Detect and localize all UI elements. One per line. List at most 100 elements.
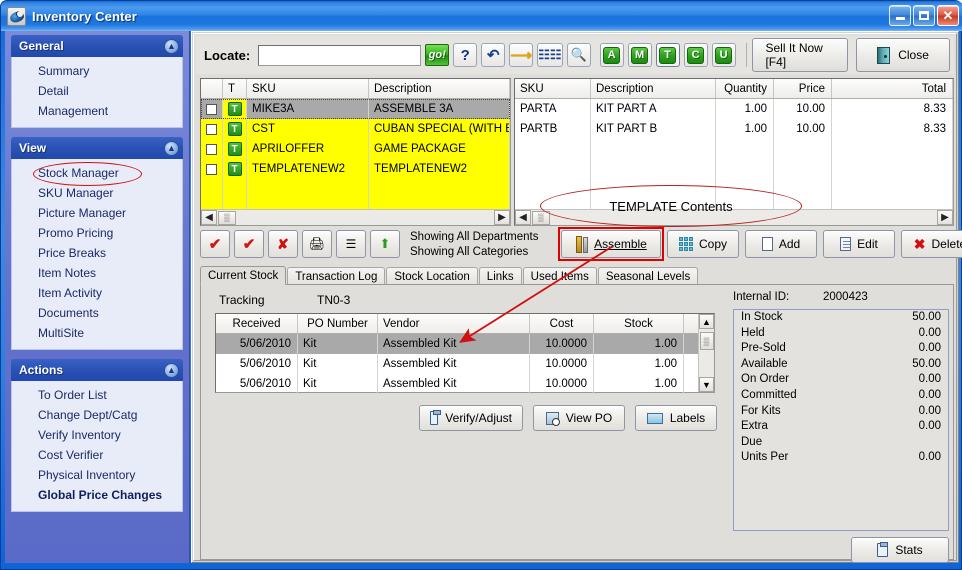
help-icon[interactable]: ? — [453, 43, 478, 67]
sidebar-item-verify-inventory[interactable]: Verify Inventory — [12, 425, 182, 445]
scroll-right-button[interactable]: ▶ — [937, 210, 953, 225]
row-checkbox[interactable] — [206, 163, 217, 175]
row-checkbox[interactable] — [206, 123, 217, 135]
list-icon[interactable]: ☰ — [336, 230, 366, 258]
tab-transaction-log[interactable]: Transaction Log — [287, 267, 386, 285]
table-row[interactable]: PARTB KIT PART B 1.00 10.00 8.33 — [515, 119, 953, 139]
refresh-icon[interactable]: ↶ — [481, 43, 506, 67]
binoculars-icon[interactable]: ☷☷ — [537, 43, 563, 67]
item-grid-hscrollbar[interactable]: ◀ ▒ ▶ — [201, 209, 510, 225]
view-po-icon — [545, 411, 560, 426]
scroll-thumb[interactable]: ▒ — [218, 210, 236, 225]
cell-sku: TEMPLATENEW2 — [247, 159, 369, 179]
sidebar-item-cost-verifier[interactable]: Cost Verifier — [12, 445, 182, 465]
filter-t-button[interactable]: T — [655, 43, 680, 67]
sidebar-item-documents[interactable]: Documents — [12, 303, 182, 323]
sidebar-item-price-breaks[interactable]: Price Breaks — [12, 243, 182, 263]
export-up-icon[interactable]: ⬆ — [370, 230, 400, 258]
stat-label: Pre-Sold — [741, 342, 786, 355]
sidebar-group-header-general[interactable]: General ▲ — [11, 35, 183, 57]
stock-detail-grid[interactable]: Received PO Number Vendor Cost Stock 5/0… — [215, 313, 715, 394]
stat-label: On Order — [741, 373, 789, 386]
stat-value: 50.00 — [912, 357, 941, 370]
scroll-down-button[interactable]: ▼ — [699, 377, 714, 392]
table-row[interactable]: 5/06/2010 Kit Assembled Kit 10.0000 1.00 — [216, 374, 714, 394]
letter-u-icon: U — [715, 46, 733, 64]
chevron-up-icon[interactable]: ▲ — [164, 38, 179, 54]
filter-u-button[interactable]: U — [711, 43, 736, 67]
print-icon[interactable]: 🖨 — [302, 230, 332, 258]
tab-links[interactable]: Links — [478, 267, 522, 285]
stat-value: 0.00 — [918, 388, 941, 401]
col-price: Price — [774, 79, 832, 98]
filter-a-button[interactable]: A — [599, 43, 624, 67]
add-button[interactable]: Add — [745, 230, 817, 258]
uncheck-all-icon[interactable]: ✘ — [268, 230, 298, 258]
item-grid[interactable]: T SKU Description T MIKE3A ASSEMBLE 3A T… — [200, 78, 511, 226]
cell-description: TEMPLATENEW2 — [369, 159, 510, 179]
scroll-left-button[interactable]: ◀ — [201, 210, 217, 225]
table-row[interactable]: PARTA KIT PART A 1.00 10.00 8.33 — [515, 99, 953, 119]
labels-button[interactable]: Labels — [635, 405, 717, 431]
preview-icon[interactable]: 🔍 — [566, 43, 591, 67]
sidebar-item-change-dept-catg[interactable]: Change Dept/Catg — [12, 405, 182, 425]
table-row[interactable]: T TEMPLATENEW2 TEMPLATENEW2 — [201, 159, 510, 179]
table-row[interactable]: T APRILOFFER GAME PACKAGE — [201, 139, 510, 159]
tab-used-items[interactable]: Used Items — [522, 267, 597, 285]
sidebar-item-detail[interactable]: Detail — [12, 81, 182, 101]
col-vendor: Vendor — [378, 314, 530, 333]
filter-m-button[interactable]: M — [627, 43, 652, 67]
col-cost: Cost — [530, 314, 594, 333]
sidebar-item-physical-inventory[interactable]: Physical Inventory — [12, 465, 182, 485]
sidebar-item-summary[interactable]: Summary — [12, 61, 182, 81]
minimize-button[interactable] — [889, 5, 911, 26]
scroll-up-button[interactable]: ▲ — [699, 314, 714, 329]
chevron-up-icon[interactable]: ▲ — [164, 140, 179, 156]
check-all-icon[interactable]: ✔ — [200, 230, 230, 258]
scroll-thumb[interactable]: ▒ — [699, 332, 714, 350]
scroll-left-button[interactable]: ◀ — [515, 210, 531, 225]
row-checkbox[interactable] — [206, 103, 217, 115]
stock-detail-vscrollbar[interactable]: ▲ ▒ ▼ — [698, 314, 714, 392]
filter-c-button[interactable]: C — [683, 43, 708, 67]
check-all-a-icon[interactable]: ✔ — [234, 230, 264, 258]
view-po-button[interactable]: View PO — [533, 405, 625, 431]
search-input[interactable] — [258, 44, 422, 66]
sidebar-item-sku-manager[interactable]: SKU Manager — [12, 183, 182, 203]
sidebar-item-promo-pricing[interactable]: Promo Pricing — [12, 223, 182, 243]
sidebar-item-management[interactable]: Management — [12, 101, 182, 121]
sidebar-item-multisite[interactable]: MultiSite — [12, 323, 182, 343]
sidebar-item-item-activity[interactable]: Item Activity — [12, 283, 182, 303]
sidebar-group-header-view[interactable]: View ▲ — [11, 137, 183, 159]
sidebar-item-global-price-changes[interactable]: Global Price Changes — [12, 485, 182, 505]
close-window-button[interactable]: ✕ — [937, 5, 959, 26]
scroll-right-button[interactable]: ▶ — [494, 210, 510, 225]
close-button[interactable]: Close — [856, 38, 950, 72]
sidebar-group-header-actions[interactable]: Actions ▲ — [11, 359, 183, 381]
edit-button[interactable]: Edit — [823, 230, 895, 258]
table-row[interactable]: T MIKE3A ASSEMBLE 3A — [201, 99, 510, 119]
table-row[interactable]: T CST CUBAN SPECIAL (WITH EX — [201, 119, 510, 139]
go-button[interactable]: go! — [425, 44, 450, 66]
copy-button[interactable]: Copy — [667, 230, 739, 258]
table-row[interactable]: 5/06/2010 Kit Assembled Kit 10.0000 1.00 — [216, 354, 714, 374]
row-checkbox[interactable] — [206, 143, 217, 155]
delete-button[interactable]: ✖ Delete — [901, 230, 962, 258]
clipboard-icon — [877, 542, 889, 557]
table-row[interactable]: 5/06/2010 Kit Assembled Kit 10.0000 1.00 — [216, 334, 714, 354]
sidebar-item-stock-manager[interactable]: Stock Manager — [12, 162, 182, 186]
sell-it-now-button[interactable]: Sell It Now [F4] — [752, 38, 849, 72]
chevron-up-icon[interactable]: ▲ — [164, 362, 179, 378]
verify-adjust-button[interactable]: Verify/Adjust — [419, 405, 523, 431]
tab-seasonal-levels[interactable]: Seasonal Levels — [597, 267, 699, 285]
maximize-button[interactable] — [913, 5, 935, 26]
sidebar-item-item-notes[interactable]: Item Notes — [12, 263, 182, 283]
tab-stock-location[interactable]: Stock Location — [386, 267, 478, 285]
stat-label: For Kits — [741, 404, 781, 417]
stats-button[interactable]: Stats — [851, 537, 949, 563]
sidebar-item-to-order-list[interactable]: To Order List — [12, 385, 182, 405]
sidebar-item-picture-manager[interactable]: Picture Manager — [12, 203, 182, 223]
assemble-highlight-box — [558, 227, 664, 261]
jump-icon[interactable]: ⟶ — [509, 43, 534, 67]
tab-current-stock[interactable]: Current Stock — [200, 266, 287, 285]
